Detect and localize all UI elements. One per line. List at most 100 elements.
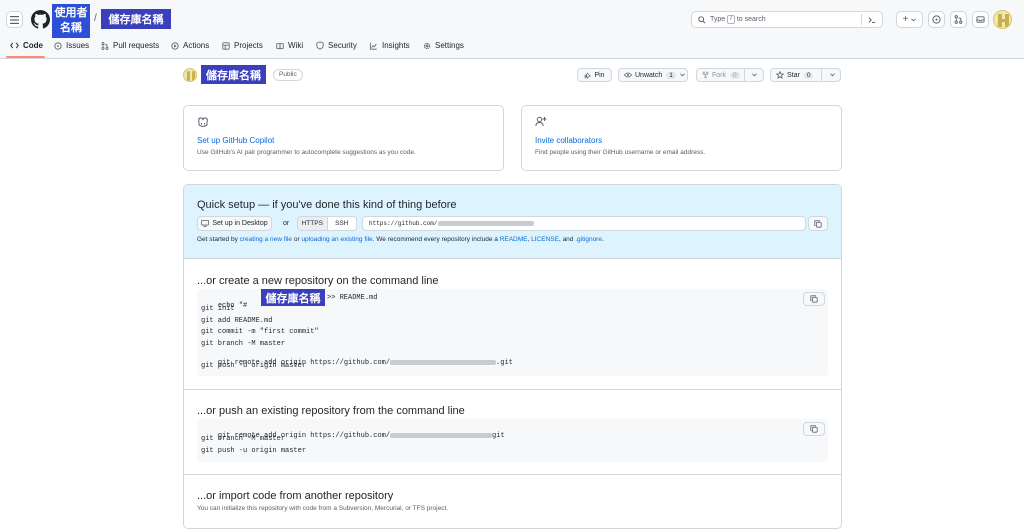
person-add-icon [535, 116, 547, 127]
repo-label: 儲存庫名稱 [108, 14, 164, 26]
fork-count: 0 [730, 71, 740, 79]
copy-icon [810, 425, 818, 433]
unwatch-label: Unwatch [635, 71, 663, 79]
eye-icon [624, 72, 632, 78]
upload-file-link[interactable]: uploading an existing file [301, 236, 372, 243]
tab-projects[interactable]: Projects [222, 39, 263, 52]
tab-label: Code [23, 41, 43, 50]
setup-in-desktop-label: Set up in Desktop [212, 220, 268, 227]
readme-link[interactable]: README [500, 236, 528, 243]
tab-issues[interactable]: Issues [54, 39, 89, 52]
star-count: 0 [803, 71, 814, 79]
copy-url-button[interactable] [808, 216, 828, 231]
copilot-description: Use GitHub's AI pair programmer to autoc… [197, 149, 416, 156]
ssh-button[interactable]: SSH [327, 217, 356, 230]
repo-avatar [183, 68, 197, 82]
repo-name-callout[interactable]: 儲存庫名稱 [101, 9, 171, 29]
license-link[interactable]: LICENSE [531, 236, 559, 243]
unwatch-button[interactable]: Unwatch 1 [618, 68, 688, 82]
section-divider [184, 389, 841, 390]
user-avatar[interactable] [993, 10, 1012, 29]
gitignore-link[interactable]: .gitignore [575, 236, 602, 243]
star-label: Star [787, 71, 800, 79]
protocol-toggle: HTTPS SSH [297, 216, 357, 231]
inbox-button[interactable] [972, 11, 989, 28]
collaborators-title[interactable]: Invite collaborators [535, 136, 602, 145]
chevron-down-icon [679, 73, 685, 77]
copy-create-commands-button[interactable] [803, 292, 825, 306]
hint-text-6: . [601, 236, 604, 243]
tab-actions[interactable]: Actions [171, 39, 209, 52]
owner-label-line1: 使用者 [54, 7, 88, 19]
hint-text-5: , and [558, 236, 576, 243]
copy-push-commands-button[interactable] [803, 422, 825, 436]
clone-url-redacted [438, 221, 535, 226]
push-section-title: ...or push an existing repository from t… [197, 405, 465, 417]
pull-requests-button[interactable] [950, 11, 967, 28]
copilot-card[interactable]: Set up GitHub Copilot Use GitHub's AI pa… [183, 105, 504, 171]
push-remote-redacted [390, 432, 493, 438]
search-input[interactable]: Type / to search [691, 11, 883, 28]
path-separator: / [94, 13, 97, 24]
visibility-badge: Public [273, 69, 303, 81]
owner-name-callout[interactable]: 使用者 名稱 [52, 4, 90, 38]
tab-pull-requests[interactable]: Pull requests [101, 39, 159, 52]
import-section-description: You can initialize this repository with … [197, 505, 449, 512]
issue-icon [54, 41, 62, 50]
copilot-icon [198, 117, 208, 127]
repo-title-callout[interactable]: 儲存庫名稱 [201, 65, 266, 84]
clone-url-input[interactable]: https://github.com/ [362, 216, 806, 231]
tab-label: Insights [382, 41, 410, 50]
shield-icon [316, 41, 324, 50]
tab-wiki[interactable]: Wiki [276, 39, 303, 52]
tab-security[interactable]: Security [316, 39, 357, 52]
import-section-title: ...or import code from another repositor… [197, 490, 394, 502]
inbox-icon [976, 16, 985, 23]
tab-label: Wiki [288, 41, 304, 50]
book-icon [276, 42, 284, 49]
quick-setup-title: Quick setup — if you've done this kind o… [197, 199, 457, 211]
fork-button[interactable]: Fork 0 [696, 68, 764, 82]
pin-button[interactable]: Pin [577, 68, 612, 82]
tab-insights[interactable]: Insights [369, 39, 410, 52]
collaborators-description: Find people using their GitHub username … [535, 149, 706, 156]
copilot-title[interactable]: Set up GitHub Copilot [197, 136, 274, 145]
code-line-branch: git branch -M master [201, 340, 286, 348]
section-divider [184, 474, 841, 475]
pull-request-icon [101, 41, 109, 50]
graph-icon [369, 42, 377, 50]
create-new-file-link[interactable]: creating a new file [240, 236, 292, 243]
create-new-button[interactable]: + [896, 11, 923, 28]
tab-label: Settings [435, 41, 464, 50]
tab-label: Projects [234, 41, 263, 50]
command-palette-icon[interactable] [868, 16, 876, 24]
chevron-down-icon [830, 73, 835, 77]
remote-redacted [390, 359, 497, 365]
menu-button[interactable] [6, 11, 23, 28]
setup-in-desktop-button[interactable]: Set up in Desktop [197, 216, 272, 231]
chevron-down-icon [911, 17, 917, 21]
quick-setup-hint: Get started by creating a new file or up… [197, 236, 604, 243]
star-button[interactable]: Star 0 [770, 68, 841, 82]
hamburger-icon [10, 15, 19, 24]
collaborators-card[interactable]: Invite collaborators Find people using t… [521, 105, 842, 171]
tab-settings[interactable]: Settings [423, 39, 464, 52]
avatar-pattern-icon [998, 14, 1009, 27]
search-key-badge: / [727, 15, 735, 24]
tab-code[interactable]: Code [10, 39, 43, 52]
active-tab-underline [6, 56, 45, 58]
search-icon [698, 15, 706, 24]
remote-post: .git [496, 359, 513, 367]
echo-post: >> README.md [327, 294, 378, 302]
pin-icon [584, 71, 592, 79]
copy-icon [814, 219, 822, 228]
watch-count: 1 [666, 71, 676, 79]
github-logo-icon[interactable] [31, 10, 50, 29]
play-icon [171, 41, 179, 50]
create-code-block: echo "# 儲存庫名稱 >> README.md git init git … [197, 289, 828, 376]
search-placeholder-pre: Type [710, 16, 726, 23]
push-code-block: git remote add origin https://github.com… [197, 419, 828, 462]
https-button[interactable]: HTTPS [298, 217, 328, 230]
desktop-icon [201, 220, 210, 227]
issues-button[interactable] [928, 11, 945, 28]
